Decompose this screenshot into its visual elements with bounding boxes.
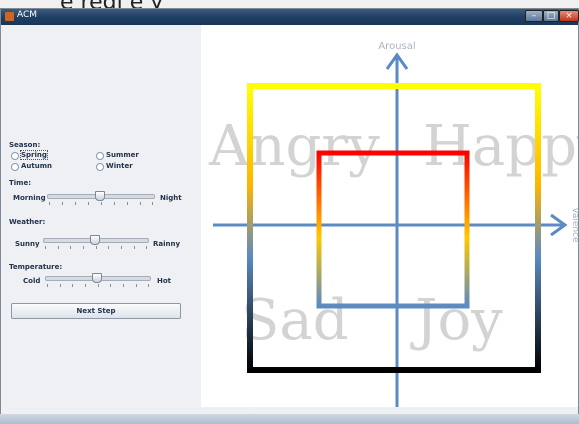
weather-min-label: Sunny [15,240,40,248]
weather-slider-thumb[interactable] [90,235,100,245]
emotion-diagram: Angry Happy Sad Joy Arousal Valence [208,41,578,407]
temperature-slider-ticks [47,284,149,287]
temperature-min-label: Cold [23,277,41,285]
time-min-label: Morning [13,194,46,202]
radio-spring-label[interactable]: Spring [20,150,48,160]
app-icon [5,12,14,21]
taskbar-strip [0,414,579,424]
title-bar[interactable]: ACM – □ × [1,9,579,25]
time-slider-ticks [49,202,153,205]
radio-spring[interactable] [11,152,19,160]
time-max-label: Night [160,194,182,202]
radio-summer[interactable] [96,152,104,160]
minimize-button[interactable]: – [525,10,543,22]
x-axis-label: Valence [570,207,578,243]
client-area: Season: Spring Summer Autumn Winter Time… [3,25,578,423]
radio-autumn-label[interactable]: Autumn [21,162,52,170]
quadrant-sad: Sad [241,288,349,353]
radio-winter[interactable] [96,163,104,171]
weather-max-label: Rainny [153,240,181,248]
radio-autumn[interactable] [11,163,19,171]
weather-slider-ticks [45,246,147,249]
app-window: ACM – □ × Season: Spring Summer Autumn W… [0,8,579,424]
next-step-button[interactable]: Next Step [11,303,181,319]
temperature-label: Temperature: [9,263,63,271]
emotion-canvas: Angry Happy Sad Joy Arousal Valence [201,25,578,407]
temperature-slider-thumb[interactable] [92,273,102,283]
quadrant-angry: Angry [208,114,380,179]
quadrant-joy: Joy [410,288,503,353]
time-slider-thumb[interactable] [95,191,105,201]
temperature-max-label: Hot [157,277,172,285]
season-label: Season: [9,141,41,149]
quadrant-happy: Happy [423,114,578,179]
time-label: Time: [9,179,32,187]
window-title: ACM [17,10,38,20]
maximize-button[interactable]: □ [543,10,559,22]
radio-summer-label[interactable]: Summer [106,151,139,159]
weather-label: Weather: [9,218,46,226]
radio-winter-label[interactable]: Winter [106,162,133,170]
close-button[interactable]: × [559,10,579,22]
y-axis-label: Arousal [378,41,415,52]
